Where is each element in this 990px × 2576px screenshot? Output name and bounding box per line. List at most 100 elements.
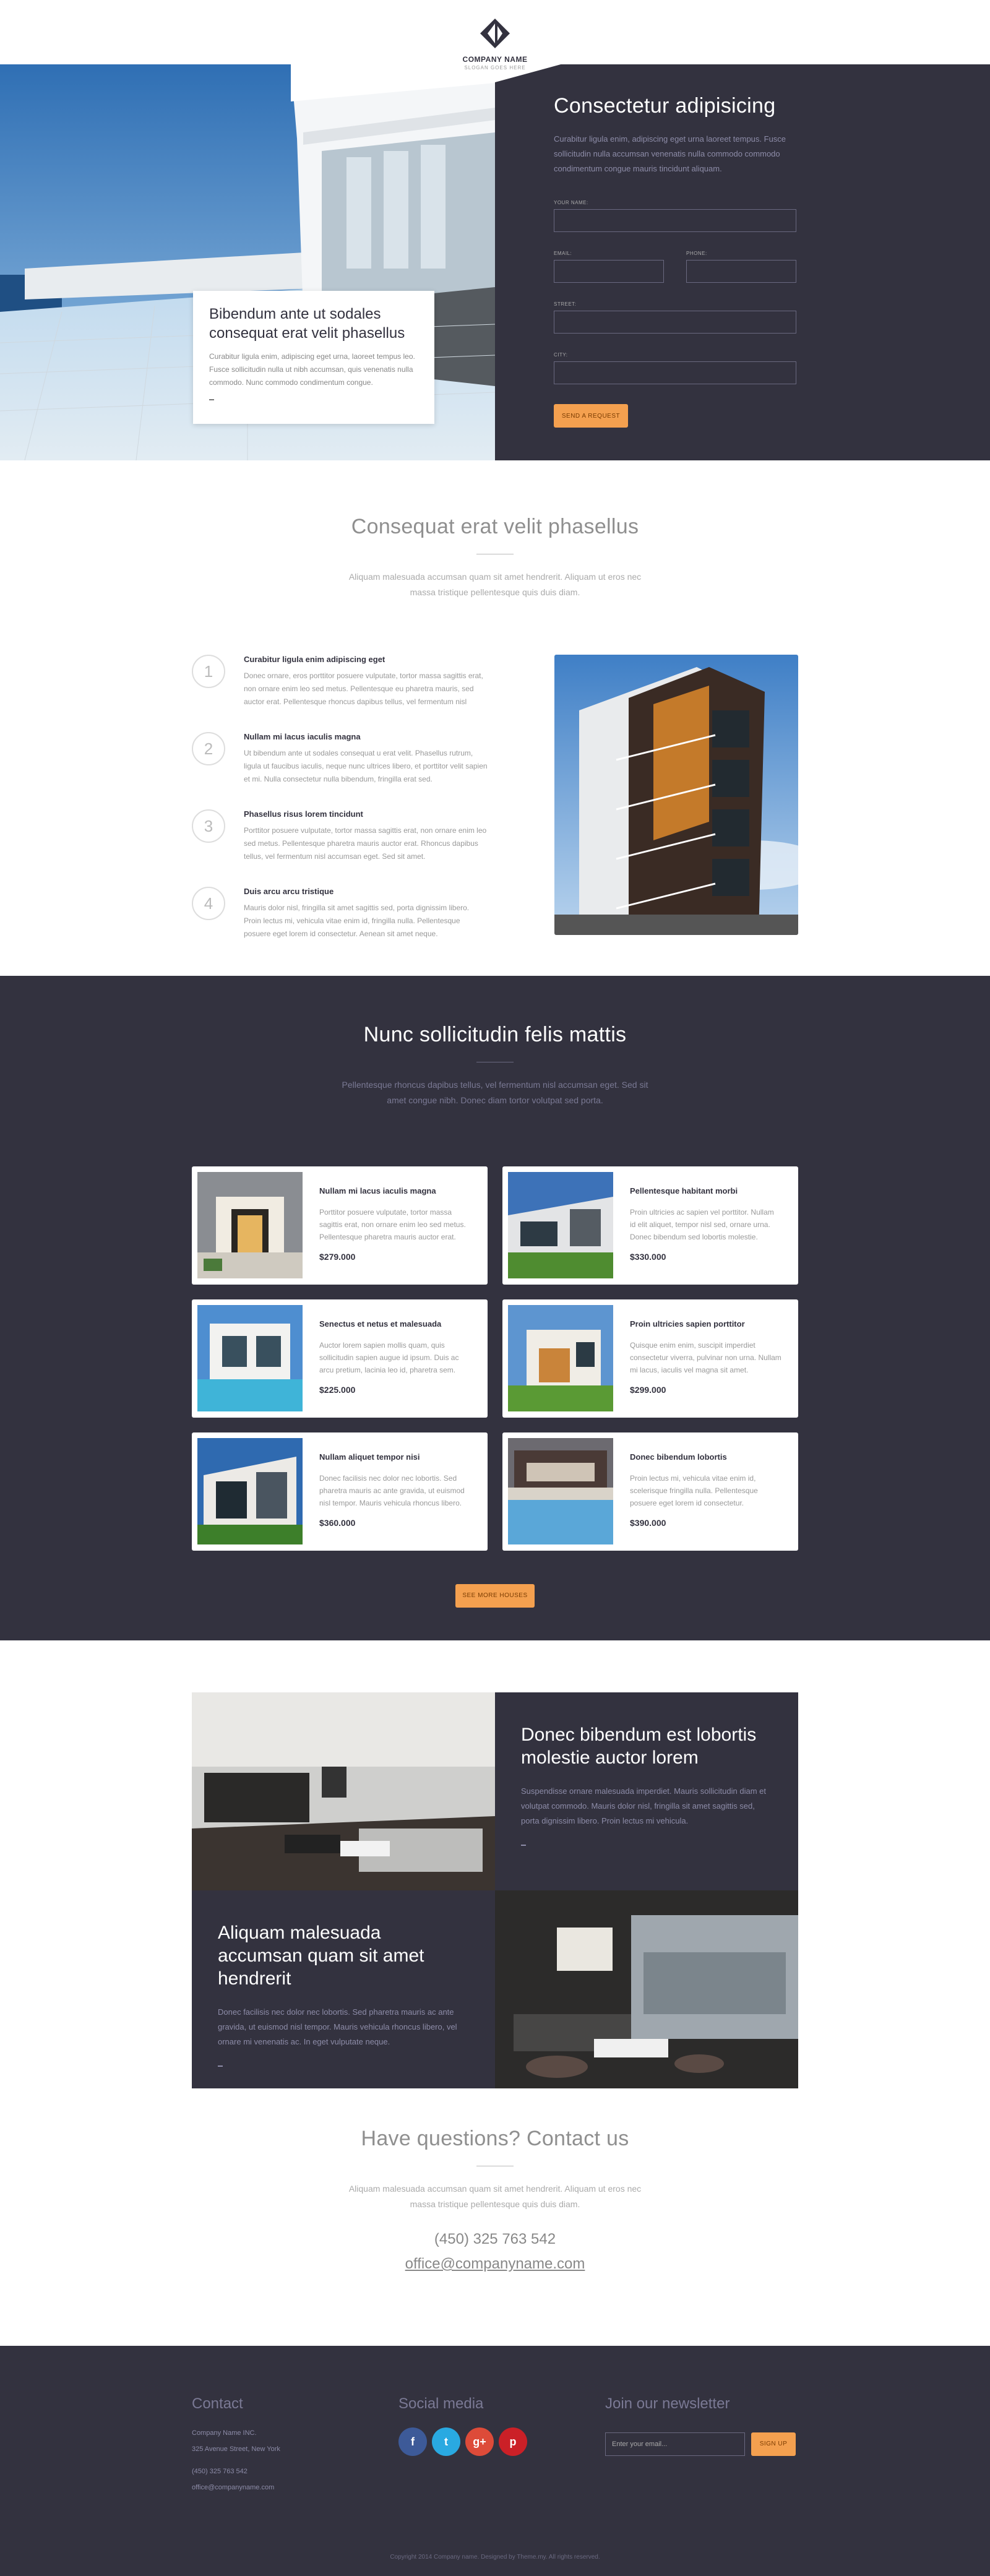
logo-icon bbox=[480, 19, 510, 48]
feature-a-title: Donec bibendum est lobortis molestie auc… bbox=[521, 1725, 757, 1768]
footer-contact-title: Contact bbox=[192, 2395, 243, 2412]
newsletter-email-input[interactable]: Enter your email... bbox=[605, 2432, 745, 2456]
listing-title: Nullam mi lacus iaculis magna bbox=[319, 1186, 436, 1195]
name-label: YOUR NAME: bbox=[554, 200, 588, 205]
step-text: Mauris dolor nisl, fringilla sit amet sa… bbox=[244, 903, 470, 938]
listing-price: $330.000 bbox=[630, 1252, 666, 1262]
listing-card[interactable]: Senectus et netus et malesuada Auctor lo… bbox=[192, 1299, 488, 1418]
company-slogan: SLOGAN GOES HERE bbox=[464, 65, 526, 71]
form-text: Curabitur ligula enim, adipiscing eget u… bbox=[554, 134, 786, 173]
step-text: Porttitor posuere vulputate, tortor mass… bbox=[244, 826, 487, 861]
form-title: Consectetur adipisicing bbox=[554, 94, 776, 118]
step-text: Donec ornare, eros porttitor posuere vul… bbox=[244, 671, 483, 706]
hero-card: Bibendum ante ut sodales consequat erat … bbox=[193, 291, 434, 424]
how-title: Consequat erat velit phasellus bbox=[351, 515, 639, 538]
footer-newsletter-title: Join our newsletter bbox=[605, 2395, 730, 2412]
footer-social: Social media f t g+ p bbox=[398, 2395, 532, 2456]
building-image bbox=[554, 655, 798, 935]
send-request-button[interactable]: SEND A REQUEST bbox=[554, 404, 628, 428]
listing-text: Donec facilisis nec dolor nec lobortis. … bbox=[319, 1474, 465, 1507]
listing-price: $299.000 bbox=[630, 1385, 666, 1395]
listing-card[interactable]: Nullam aliquet tempor nisi Donec facilis… bbox=[192, 1432, 488, 1551]
features-grid: Donec bibendum est lobortis molestie auc… bbox=[192, 1692, 798, 2088]
hero-card-dash bbox=[209, 399, 214, 400]
contact-phone: (450) 325 763 542 bbox=[434, 2231, 556, 2247]
interior-image-2 bbox=[495, 1890, 798, 2088]
listing-price: $360.000 bbox=[319, 1518, 356, 1528]
feature-b-title: Aliquam malesuada accumsan quam sit amet… bbox=[218, 1923, 424, 1989]
features-section: Donec bibendum est lobortis molestie auc… bbox=[0, 1640, 990, 2088]
google-plus-icon[interactable]: g+ bbox=[465, 2427, 494, 2456]
footer-email[interactable]: office@companyname.com bbox=[192, 2483, 280, 2492]
logo[interactable]: COMPANY NAME SLOGAN GOES HERE bbox=[446, 0, 544, 71]
listing-price: $225.000 bbox=[319, 1385, 356, 1395]
house-image bbox=[197, 1438, 303, 1544]
feature-a-dash bbox=[521, 1845, 526, 1846]
step-number: 1 bbox=[192, 655, 225, 688]
listing-text: Auctor lorem sapien mollis quam, quis so… bbox=[319, 1341, 459, 1374]
footer-newsletter: Join our newsletter Enter your email... S… bbox=[605, 2395, 796, 2456]
street-input[interactable] bbox=[554, 311, 796, 334]
listing-text: Proin lectus mi, vehicula vitae enim id,… bbox=[630, 1474, 758, 1507]
city-label: CITY: bbox=[554, 352, 568, 358]
listing-price: $390.000 bbox=[630, 1518, 666, 1528]
feature-a: Donec bibendum est lobortis molestie auc… bbox=[495, 1692, 798, 1890]
step-2: 2 Nullam mi lacus iaculis magna Ut biben… bbox=[192, 732, 538, 809]
email-label: EMAIL: bbox=[554, 251, 572, 256]
header: COMPANY NAME SLOGAN GOES HERE bbox=[0, 0, 990, 82]
phone-input[interactable] bbox=[686, 260, 796, 283]
listings-section: Nunc sollicitudin felis mattis Pellentes… bbox=[0, 976, 990, 1640]
hero-card-text: Curabitur ligula enim, adipiscing eget u… bbox=[209, 352, 415, 387]
listings-title: Nunc sollicitudin felis mattis bbox=[363, 1023, 627, 1046]
interior-image-1 bbox=[192, 1692, 495, 1890]
signup-button[interactable]: SIGN UP bbox=[751, 2432, 796, 2456]
step-number: 2 bbox=[192, 732, 225, 765]
house-image bbox=[197, 1172, 303, 1278]
step-text: Ut bibendum ante ut sodales consequat u … bbox=[244, 749, 488, 783]
contact-subtitle: Aliquam malesuada accumsan quam sit amet… bbox=[348, 2184, 642, 2209]
company-name: COMPANY NAME bbox=[462, 55, 528, 64]
contact-email-link[interactable]: office@companyname.com bbox=[0, 2255, 990, 2273]
footer-company: Company Name INC. bbox=[192, 2429, 257, 2437]
hero-card-title: Bibendum ante ut sodales consequat erat … bbox=[209, 306, 405, 342]
listing-card[interactable]: Pellentesque habitant morbi Proin ultric… bbox=[502, 1166, 798, 1285]
feature-b: Aliquam malesuada accumsan quam sit amet… bbox=[192, 1890, 495, 2088]
hero-section: Bibendum ante ut sodales consequat erat … bbox=[0, 64, 990, 460]
copyright: Copyright 2014 Company name. Designed by… bbox=[390, 2554, 600, 2561]
listing-title: Senectus et netus et malesuada bbox=[319, 1319, 442, 1329]
step-number: 3 bbox=[192, 809, 225, 843]
listing-text: Porttitor posuere vulputate, tortor mass… bbox=[319, 1208, 466, 1241]
feature-b-text: Donec facilisis nec dolor nec lobortis. … bbox=[218, 2007, 457, 2046]
footer-address: 325 Avenue Street, New York bbox=[192, 2445, 280, 2453]
twitter-icon[interactable]: t bbox=[432, 2427, 460, 2456]
listing-card[interactable]: Proin ultricies sapien porttitor Quisque… bbox=[502, 1299, 798, 1418]
how-subtitle: Aliquam malesuada accumsan quam sit amet… bbox=[348, 572, 642, 597]
listing-price: $279.000 bbox=[319, 1252, 356, 1262]
house-image bbox=[508, 1305, 613, 1411]
footer-social-title: Social media bbox=[398, 2395, 484, 2412]
listing-title: Proin ultricies sapien porttitor bbox=[630, 1319, 745, 1329]
name-input[interactable] bbox=[554, 209, 796, 232]
facebook-icon[interactable]: f bbox=[398, 2427, 427, 2456]
street-label: STREET: bbox=[554, 301, 577, 307]
footer: Contact Company Name INC. 325 Avenue Str… bbox=[0, 2346, 990, 2576]
listing-text: Quisque enim enim, suscipit imperdiet co… bbox=[630, 1341, 781, 1374]
feature-b-dash bbox=[218, 2066, 223, 2067]
step-title: Curabitur ligula enim adipiscing eget bbox=[244, 655, 385, 664]
see-more-button[interactable]: SEE MORE HOUSES bbox=[455, 1584, 535, 1608]
step-4: 4 Duis arcu arcu tristique Mauris dolor … bbox=[192, 887, 538, 964]
listing-title: Pellentesque habitant morbi bbox=[630, 1186, 738, 1195]
contact-title: Have questions? Contact us bbox=[361, 2127, 629, 2150]
step-title: Phasellus risus lorem tincidunt bbox=[244, 809, 363, 819]
step-title: Nullam mi lacus iaculis magna bbox=[244, 732, 361, 741]
city-input[interactable] bbox=[554, 361, 796, 384]
email-input[interactable] bbox=[554, 260, 664, 283]
listing-card[interactable]: Donec bibendum lobortis Proin lectus mi,… bbox=[502, 1432, 798, 1551]
request-form: Consectetur adipisicing Curabitur ligula… bbox=[554, 94, 796, 428]
step-1: 1 Curabitur ligula enim adipiscing eget … bbox=[192, 655, 538, 732]
listing-card[interactable]: Nullam mi lacus iaculis magna Porttitor … bbox=[192, 1166, 488, 1285]
pinterest-icon[interactable]: p bbox=[499, 2427, 527, 2456]
listing-title: Nullam aliquet tempor nisi bbox=[319, 1452, 420, 1462]
listing-grid: Nullam mi lacus iaculis magna Porttitor … bbox=[192, 1166, 798, 1551]
step-number: 4 bbox=[192, 887, 225, 920]
